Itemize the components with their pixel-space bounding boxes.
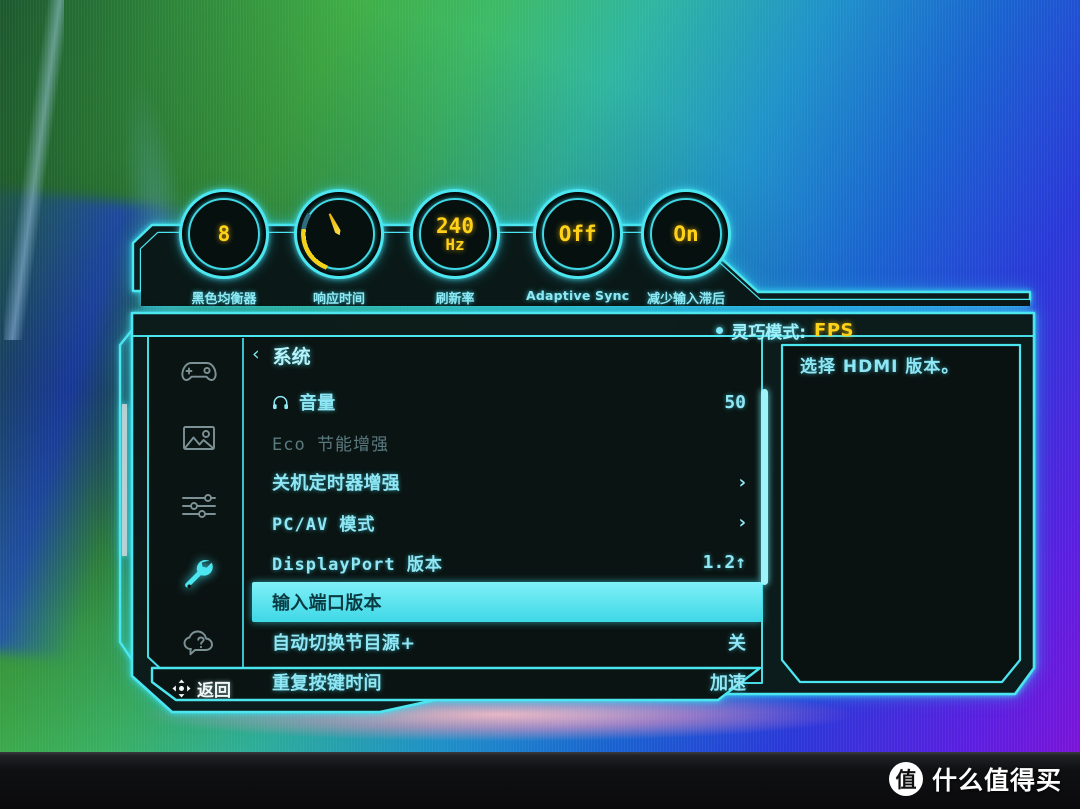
menu-row-key-repeat-time[interactable]: 重复按键时间 加速 bbox=[252, 662, 762, 702]
back-button[interactable]: 返回 bbox=[172, 676, 231, 701]
gamepad-icon bbox=[181, 362, 217, 381]
row-label: 音量 bbox=[299, 393, 336, 414]
status-dot-icon bbox=[716, 327, 724, 334]
menu-row-power-off-timer[interactable]: 关机定时器增强 › bbox=[252, 462, 762, 502]
dial-ring bbox=[294, 189, 384, 279]
monitor-screenshot: 8 黑色均衡器 响应时间 240 Hz 刷新率 Off Adaptive Syn… bbox=[0, 0, 1080, 809]
row-left: DisplayPort 版本 bbox=[272, 550, 443, 575]
watermark: 值 什么值得买 bbox=[888, 761, 1062, 797]
sidebar-item-system[interactable] bbox=[177, 554, 221, 594]
dial-value: Off bbox=[558, 221, 597, 246]
dial-ring: Off bbox=[532, 189, 623, 279]
dial-label: 黑色均衡器 bbox=[191, 292, 257, 307]
smart-mode-status: 灵巧模式: FPS bbox=[716, 318, 854, 343]
sidebar-item-adjust[interactable] bbox=[177, 486, 221, 526]
info-panel-text: 选择 HDMI 版本。 bbox=[800, 357, 960, 377]
chevron-right-icon: › bbox=[738, 511, 746, 533]
picture-icon bbox=[183, 426, 215, 450]
sliders-icon bbox=[182, 494, 216, 518]
sidebar-item-help[interactable] bbox=[177, 622, 221, 662]
row-left: 关机定时器增强 bbox=[272, 469, 400, 495]
breadcrumb[interactable]: ‹ 系统 bbox=[252, 342, 762, 369]
menu-scrollbar[interactable] bbox=[761, 389, 768, 585]
menu-row-displayport-version[interactable]: DisplayPort 版本 1.2↑ bbox=[252, 542, 762, 582]
row-value: 50 bbox=[724, 391, 746, 413]
sidebar-item-game[interactable] bbox=[177, 350, 221, 390]
menu-row-input-port-version[interactable]: 输入端口版本 bbox=[252, 582, 762, 622]
row-left: 输入端口版本 bbox=[272, 589, 382, 615]
dial-label: 响应时间 bbox=[312, 292, 365, 307]
row-value: 加速 bbox=[710, 673, 746, 694]
row-left: 重复按键时间 bbox=[272, 669, 382, 695]
dial-label: Adaptive Sync bbox=[526, 288, 630, 303]
dial-ring: On bbox=[641, 189, 731, 279]
menu-row-eco: Eco 节能增强 bbox=[252, 422, 762, 462]
dial-label: 刷新率 bbox=[435, 292, 475, 307]
row-left: 自动切换节目源+ bbox=[272, 629, 415, 655]
row-label: 自动切换节目源+ bbox=[272, 633, 416, 654]
row-label: PC/AV 模式 bbox=[272, 514, 376, 535]
dial-value: 240 Hz bbox=[413, 192, 497, 276]
wrench-icon bbox=[185, 559, 213, 588]
row-label: 输入端口版本 bbox=[272, 593, 382, 614]
watermark-logo: 值 bbox=[888, 762, 923, 796]
row-label: 关机定时器增强 bbox=[272, 473, 401, 494]
menu-row-volume[interactable]: 音量 50 bbox=[252, 382, 762, 422]
watermark-text: 什么值得买 bbox=[931, 766, 1062, 795]
help-cloud-icon bbox=[183, 630, 213, 656]
back-button-label: 返回 bbox=[197, 681, 231, 701]
dial-label: 减少输入滞后 bbox=[646, 292, 725, 307]
row-label: DisplayPort 版本 bbox=[272, 554, 443, 575]
row-left: 音量 bbox=[272, 389, 336, 415]
dial-value: On bbox=[673, 221, 699, 246]
row-label: 重复按键时间 bbox=[272, 673, 382, 694]
dial-black-equalizer[interactable]: 8 黑色均衡器 bbox=[179, 189, 269, 307]
row-value: 关 bbox=[728, 633, 746, 654]
dial-value-number: 240 bbox=[436, 213, 474, 238]
dial-adaptive-sync[interactable]: Off Adaptive Sync bbox=[526, 189, 629, 303]
page-title: 系统 bbox=[272, 346, 311, 368]
dial-ring: 240 Hz bbox=[410, 189, 500, 279]
row-value: 1.2↑ bbox=[702, 551, 746, 573]
dial-response-time[interactable]: 响应时间 bbox=[294, 189, 384, 307]
dpad-icon bbox=[172, 679, 191, 698]
smart-mode-label: 灵巧模式: bbox=[731, 323, 807, 343]
menu-row-pc-av-mode[interactable]: PC/AV 模式 › bbox=[252, 502, 762, 542]
smart-mode-value: FPS bbox=[814, 320, 854, 341]
sidebar-item-picture[interactable] bbox=[177, 418, 221, 458]
menu-row-auto-source-switch[interactable]: 自动切换节目源+ 关 bbox=[252, 622, 762, 662]
system-menu: ‹ 系统 音量 50 Eco 节能增强 关机定时器增强 › PC/AV 模式 ›… bbox=[252, 342, 762, 702]
headphone-icon bbox=[273, 395, 288, 409]
back-chevron-icon[interactable]: ‹ bbox=[252, 345, 260, 364]
dial-ring: 8 bbox=[179, 189, 269, 279]
dial-value-unit: Hz bbox=[445, 234, 465, 254]
row-left: PC/AV 模式 bbox=[272, 510, 375, 535]
row-left: Eco 节能增强 bbox=[272, 430, 389, 455]
row-label: Eco 节能增强 bbox=[272, 434, 389, 455]
dial-low-input-lag[interactable]: On 减少输入滞后 bbox=[641, 189, 731, 307]
osd-sidebar bbox=[162, 350, 236, 662]
chevron-right-icon: › bbox=[738, 471, 746, 493]
dial-value: 8 bbox=[217, 221, 231, 246]
dial-refresh-rate[interactable]: 240 Hz 刷新率 bbox=[410, 189, 500, 307]
